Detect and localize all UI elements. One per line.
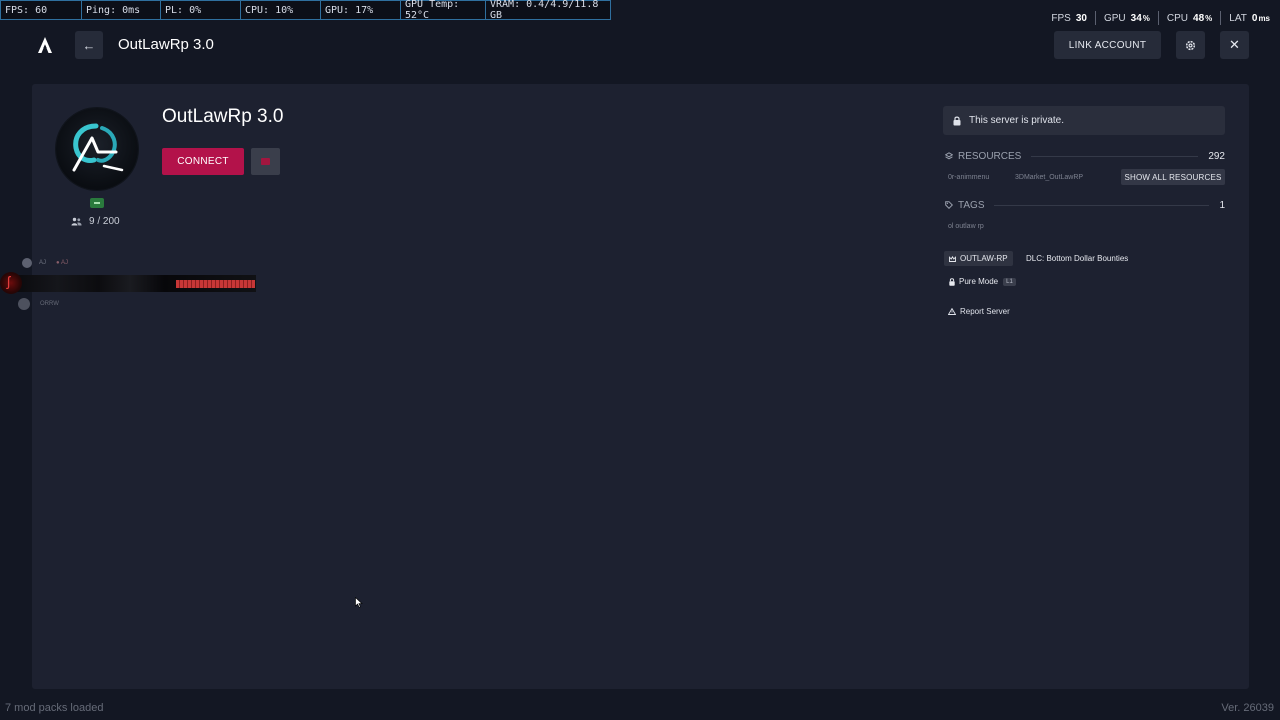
lock-icon [953,116,961,125]
summary-cpu: CPU 48 % [1159,11,1222,25]
player-count: 9 / 200 [71,216,120,227]
resource-chip[interactable]: 3DMarket_OutLawRP [1012,170,1086,184]
app-logo-icon[interactable] [34,34,56,56]
perf-ping: Ping: 0ms [82,1,161,19]
heart-icon [261,158,270,165]
pure-mode-badge: Pure Mode L1 [944,274,1021,289]
gear-icon [1185,40,1196,50]
report-server-button[interactable]: Report Server [948,307,1010,316]
resources-count: 292 [1208,150,1225,162]
page-title: OutLawRp 3.0 [118,36,214,53]
show-all-resources-button[interactable]: SHOW ALL RESOURCES [1121,169,1225,185]
dlc-badge: DLC: Bottom Dollar Bounties [1026,254,1129,263]
resources-label: RESOURCES [958,150,1022,162]
tags-header: TAGS 1 [945,198,1225,212]
summary-fps-label: FPS [1051,12,1071,24]
back-button[interactable]: ← [75,31,103,59]
server-avatar [56,108,138,190]
summary-gpu: GPU 34 % [1096,11,1159,25]
overlay-avatar [18,298,30,310]
summary-gpu-unit: % [1142,13,1150,23]
summary-latency-label: LAT [1229,12,1247,24]
summary-fps-value: 30 [1075,12,1087,24]
link-account-button[interactable]: LINK ACCOUNT [1054,31,1161,59]
performance-overlay: FPS: 60 Ping: 0ms PL: 0% CPU: 10% GPU: 1… [0,0,611,21]
perf-fps: FPS: 60 [1,1,82,19]
users-icon [71,217,82,226]
resources-header: RESOURCES 292 [945,149,1225,163]
perf-gpu-temp: GPU Temp: 52°C [401,0,486,21]
mouse-cursor-icon [355,595,363,613]
performance-summary: FPS 30 GPU 34 % CPU 48 % LAT 0 ms [1043,11,1272,25]
online-status-badge [90,198,104,208]
report-server-label: Report Server [960,307,1010,316]
tag-icon [945,201,953,209]
overlay-emblem-icon [0,272,22,294]
summary-latency-unit: ms [1258,13,1270,23]
close-button[interactable]: ✕ [1220,31,1249,59]
arrow-left-icon: ← [82,37,96,53]
streaming-overlay-widget: AJ ● AJ ORRW [0,256,260,312]
server-badge-outlaw: OUTLAW-RP [944,251,1013,266]
warning-icon [948,308,956,315]
private-server-notice: This server is private. [943,106,1225,135]
overlay-avatar [22,258,32,268]
pure-mode-level: L1 [1003,277,1016,286]
summary-latency: LAT 0 ms [1221,11,1272,25]
summary-gpu-value: 34 [1130,12,1142,24]
connect-button[interactable]: CONNECT [162,148,244,175]
summary-latency-value: 0 [1251,12,1258,24]
server-logo-icon [72,123,124,172]
summary-gpu-label: GPU [1103,12,1126,24]
pure-mode-label: Pure Mode [959,277,999,286]
summary-cpu-unit: % [1205,13,1213,23]
perf-cpu: CPU: 10% [241,1,321,19]
summary-fps: FPS 30 [1043,11,1096,25]
player-count-text: 9 / 200 [89,216,120,227]
private-server-text: This server is private. [969,115,1065,126]
server-title: OutLawRp 3.0 [162,106,284,127]
version-label: Ver. 26039 [1221,702,1274,714]
perf-packet-loss: PL: 0% [161,1,241,19]
summary-cpu-value: 48 [1193,12,1205,24]
tag-chip[interactable]: ol outlaw rp [945,220,987,233]
favorite-button[interactable] [251,148,280,175]
close-icon: ✕ [1229,37,1240,52]
overlay-tag: ● AJ [56,260,68,266]
perf-gpu: GPU: 17% [321,1,401,19]
overlay-tag: ORRW [40,301,59,307]
tags-count: 1 [1219,199,1225,211]
overlay-tag: AJ [39,260,47,266]
crown-icon [949,255,956,262]
lock-icon [949,277,955,286]
server-badge-outlaw-label: OUTLAW-RP [960,254,1008,263]
perf-vram: VRAM: 0.4/4.9/11.8 GB [490,0,599,21]
divider [994,204,1210,206]
layers-icon [945,152,953,160]
tags-label: TAGS [958,199,985,211]
summary-cpu-label: CPU [1166,12,1189,24]
resource-chip[interactable]: 0r-animmenu [945,170,992,184]
divider [1031,155,1199,157]
overlay-progress-bar [176,280,255,288]
settings-button[interactable] [1176,31,1205,59]
mod-packs-status: 7 mod packs loaded [5,702,104,714]
